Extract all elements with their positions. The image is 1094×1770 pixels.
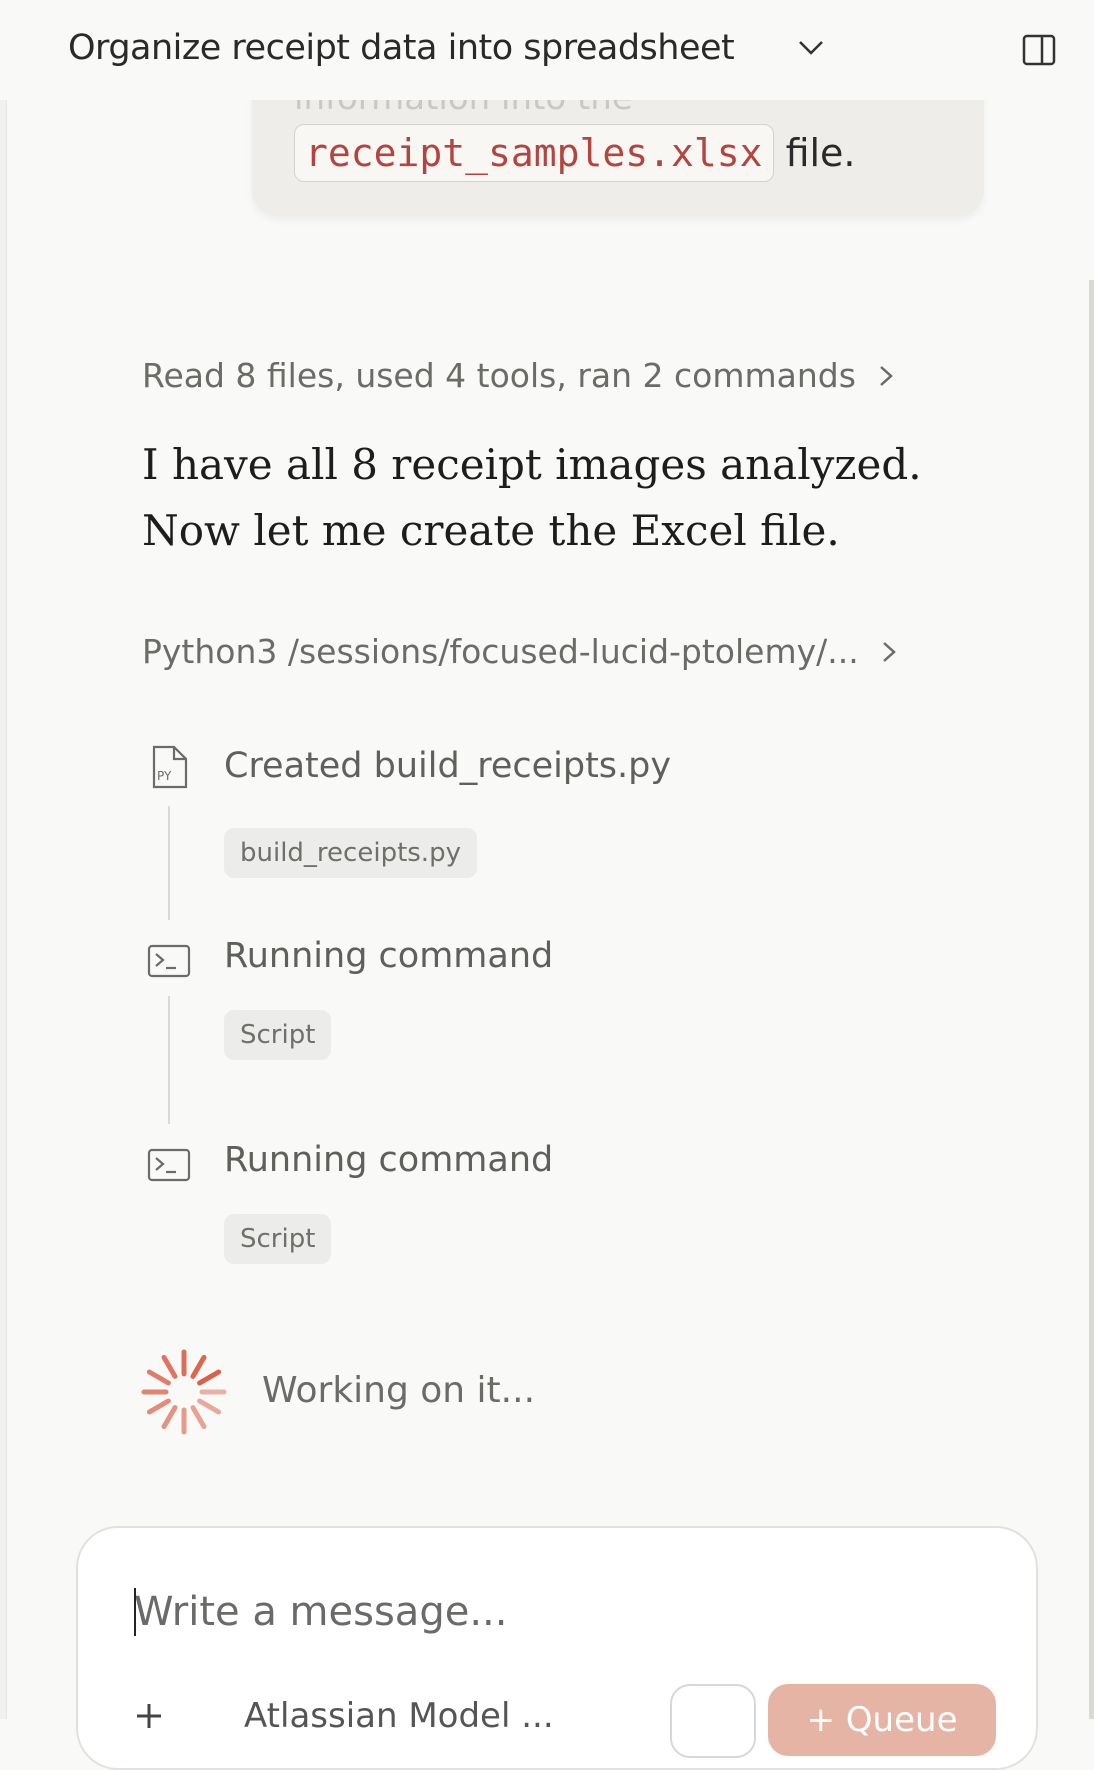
working-status: Working on it... [262, 1370, 536, 1411]
message-input[interactable] [134, 1582, 834, 1642]
chevron-right-icon [880, 365, 893, 386]
command-path-text: Python3 /sessions/focused-lucid-ptolemy/… [142, 632, 859, 671]
tools-button[interactable] [670, 1684, 756, 1758]
loading-spinner-icon [141, 1349, 227, 1435]
file-chip[interactable]: build_receipts.py [224, 828, 477, 878]
chevron-right-icon [882, 641, 896, 662]
composer-toolbar: Atlassian Model ... [134, 1696, 554, 1736]
message-composer: Atlassian Model ... + Queue [76, 1526, 1038, 1770]
activity-summary[interactable]: Read 8 files, used 4 tools, ran 2 comman… [142, 356, 894, 395]
svg-text:PY: PY [157, 769, 172, 783]
python-file-icon: PY [152, 745, 188, 789]
user-message-suffix: file. [785, 131, 856, 175]
step-label: Created build_receipts.py [224, 746, 672, 786]
scrollbar[interactable] [1089, 280, 1094, 1719]
step-label: Running command [224, 936, 554, 976]
activity-summary-text: Read 8 files, used 4 tools, ran 2 comman… [142, 356, 856, 395]
model-selector[interactable]: Atlassian Model ... [244, 1696, 554, 1736]
queue-button[interactable]: + Queue [768, 1684, 996, 1756]
left-panel-edge [0, 0, 7, 1719]
spinner-ray [190, 1405, 207, 1430]
spinner-ray [190, 1354, 207, 1379]
spinner-ray [197, 1369, 222, 1386]
spinner-ray [197, 1398, 222, 1415]
terminal-icon [147, 1148, 191, 1182]
script-chip[interactable]: Script [224, 1010, 332, 1060]
script-chip[interactable]: Script [224, 1214, 332, 1264]
spinner-ray [161, 1405, 178, 1430]
page-title[interactable]: Organize receipt data into spreadsheet [68, 28, 735, 68]
command-row[interactable]: Python3 /sessions/focused-lucid-ptolemy/… [142, 632, 897, 671]
filename-code-chip: receipt_samples.xlsx [294, 124, 774, 182]
sidebar-panel-icon[interactable] [1022, 33, 1056, 67]
timeline-line [168, 806, 170, 920]
spinner-ray [161, 1354, 178, 1379]
assistant-message: I have all 8 receipt images analyzed. No… [142, 440, 922, 555]
chevron-down-icon[interactable] [797, 38, 825, 58]
user-message-line: receipt_samples.xlsx file. [294, 124, 856, 182]
spinner-ray [146, 1369, 171, 1386]
spinner-ray [146, 1398, 171, 1415]
timeline-line [168, 996, 170, 1124]
terminal-icon [147, 944, 191, 978]
step-label: Running command [224, 1140, 554, 1180]
text-caret [134, 1588, 136, 1636]
header: Organize receipt data into spreadsheet [0, 0, 1094, 100]
add-attachment-icon[interactable] [134, 1701, 164, 1731]
